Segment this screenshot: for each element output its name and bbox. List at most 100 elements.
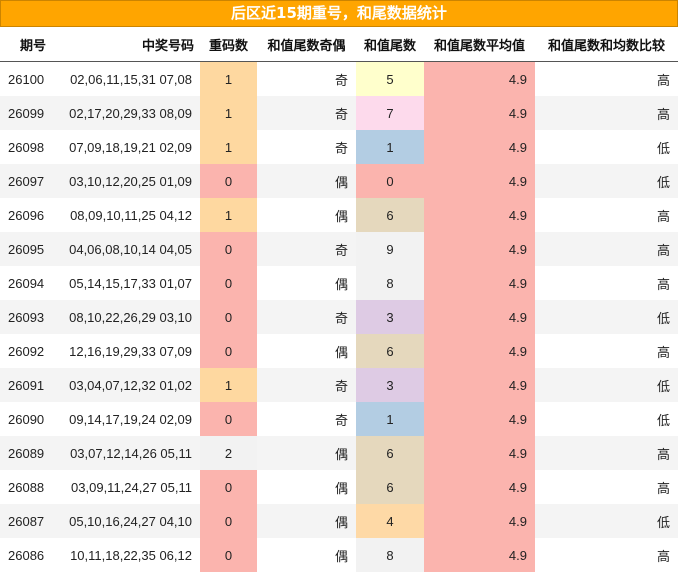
- cell-numbers: 08,09,10,11,25 04,12: [54, 198, 200, 232]
- cell-parity: 奇: [257, 96, 356, 130]
- cell-repeat: 0: [200, 334, 257, 368]
- cell-period: 26091: [0, 368, 54, 402]
- cell-repeat: 0: [200, 300, 257, 334]
- cell-numbers: 04,06,08,10,14 04,05: [54, 232, 200, 266]
- cell-avg: 4.9: [424, 266, 535, 300]
- cell-avg: 4.9: [424, 61, 535, 96]
- cell-parity: 偶: [257, 436, 356, 470]
- cell-repeat: 1: [200, 198, 257, 232]
- cell-numbers: 08,10,22,26,29 03,10: [54, 300, 200, 334]
- cell-tail: 6: [356, 436, 424, 470]
- cell-repeat: 0: [200, 164, 257, 198]
- cell-compare: 高: [535, 61, 678, 96]
- cell-parity: 偶: [257, 266, 356, 300]
- cell-parity: 偶: [257, 504, 356, 538]
- cell-compare: 高: [535, 266, 678, 300]
- cell-tail: 4: [356, 504, 424, 538]
- cell-period: 26088: [0, 470, 54, 504]
- cell-period: 26100: [0, 61, 54, 96]
- cell-parity: 奇: [257, 300, 356, 334]
- cell-tail: 8: [356, 266, 424, 300]
- cell-parity: 偶: [257, 164, 356, 198]
- cell-repeat: 1: [200, 130, 257, 164]
- cell-compare: 高: [535, 232, 678, 266]
- cell-avg: 4.9: [424, 334, 535, 368]
- cell-tail: 1: [356, 130, 424, 164]
- cell-compare: 低: [535, 164, 678, 198]
- cell-parity: 奇: [257, 368, 356, 402]
- table-row: 26098 07,09,18,19,21 02,09 1 奇 1 4.9 低: [0, 130, 678, 164]
- cell-avg: 4.9: [424, 538, 535, 572]
- cell-tail: 6: [356, 470, 424, 504]
- cell-period: 26098: [0, 130, 54, 164]
- table-title: 后区近15期重号，和尾数据统计: [0, 0, 678, 27]
- cell-period: 26089: [0, 436, 54, 470]
- table-row: 26092 12,16,19,29,33 07,09 0 偶 6 4.9 高: [0, 334, 678, 368]
- table-row: 26093 08,10,22,26,29 03,10 0 奇 3 4.9 低: [0, 300, 678, 334]
- cell-avg: 4.9: [424, 300, 535, 334]
- cell-avg: 4.9: [424, 470, 535, 504]
- cell-numbers: 03,07,12,14,26 05,11: [54, 436, 200, 470]
- cell-repeat: 0: [200, 504, 257, 538]
- cell-numbers: 09,14,17,19,24 02,09: [54, 402, 200, 436]
- cell-numbers: 03,09,11,24,27 05,11: [54, 470, 200, 504]
- header-tail: 和值尾数: [356, 27, 424, 62]
- header-numbers: 中奖号码: [54, 27, 200, 62]
- table-row: 26095 04,06,08,10,14 04,05 0 奇 9 4.9 高: [0, 232, 678, 266]
- cell-period: 26096: [0, 198, 54, 232]
- cell-avg: 4.9: [424, 130, 535, 164]
- cell-repeat: 2: [200, 436, 257, 470]
- cell-parity: 偶: [257, 470, 356, 504]
- header-avg: 和值尾数平均值: [424, 27, 535, 62]
- cell-avg: 4.9: [424, 368, 535, 402]
- cell-numbers: 05,14,15,17,33 01,07: [54, 266, 200, 300]
- table-row: 26094 05,14,15,17,33 01,07 0 偶 8 4.9 高: [0, 266, 678, 300]
- cell-tail: 0: [356, 164, 424, 198]
- cell-repeat: 0: [200, 232, 257, 266]
- cell-numbers: 07,09,18,19,21 02,09: [54, 130, 200, 164]
- cell-compare: 高: [535, 538, 678, 572]
- stats-table: 期号 中奖号码 重码数 和值尾数奇偶 和值尾数 和值尾数平均值 和值尾数和均数比…: [0, 27, 678, 572]
- cell-numbers: 03,10,12,20,25 01,09: [54, 164, 200, 198]
- cell-repeat: 1: [200, 61, 257, 96]
- table-row: 26096 08,09,10,11,25 04,12 1 偶 6 4.9 高: [0, 198, 678, 232]
- cell-avg: 4.9: [424, 232, 535, 266]
- table-row: 26087 05,10,16,24,27 04,10 0 偶 4 4.9 低: [0, 504, 678, 538]
- cell-period: 26093: [0, 300, 54, 334]
- cell-numbers: 12,16,19,29,33 07,09: [54, 334, 200, 368]
- cell-tail: 3: [356, 368, 424, 402]
- cell-compare: 低: [535, 402, 678, 436]
- cell-compare: 低: [535, 130, 678, 164]
- cell-numbers: 10,11,18,22,35 06,12: [54, 538, 200, 572]
- table-row: 26100 02,06,11,15,31 07,08 1 奇 5 4.9 高: [0, 61, 678, 96]
- cell-compare: 高: [535, 334, 678, 368]
- cell-period: 26097: [0, 164, 54, 198]
- cell-tail: 3: [356, 300, 424, 334]
- cell-period: 26086: [0, 538, 54, 572]
- cell-parity: 奇: [257, 232, 356, 266]
- cell-tail: 5: [356, 61, 424, 96]
- table-row: 26099 02,17,20,29,33 08,09 1 奇 7 4.9 高: [0, 96, 678, 130]
- cell-period: 26087: [0, 504, 54, 538]
- header-repeat: 重码数: [200, 27, 257, 62]
- cell-parity: 奇: [257, 130, 356, 164]
- cell-tail: 6: [356, 334, 424, 368]
- table-row: 26090 09,14,17,19,24 02,09 0 奇 1 4.9 低: [0, 402, 678, 436]
- cell-repeat: 0: [200, 470, 257, 504]
- cell-avg: 4.9: [424, 436, 535, 470]
- table-row: 26088 03,09,11,24,27 05,11 0 偶 6 4.9 高: [0, 470, 678, 504]
- cell-tail: 8: [356, 538, 424, 572]
- cell-tail: 9: [356, 232, 424, 266]
- cell-repeat: 0: [200, 538, 257, 572]
- cell-compare: 低: [535, 368, 678, 402]
- cell-parity: 偶: [257, 334, 356, 368]
- cell-avg: 4.9: [424, 504, 535, 538]
- cell-period: 26099: [0, 96, 54, 130]
- header-parity: 和值尾数奇偶: [257, 27, 356, 62]
- cell-parity: 偶: [257, 538, 356, 572]
- cell-avg: 4.9: [424, 164, 535, 198]
- header-period: 期号: [0, 27, 54, 62]
- cell-repeat: 1: [200, 96, 257, 130]
- cell-avg: 4.9: [424, 402, 535, 436]
- cell-period: 26094: [0, 266, 54, 300]
